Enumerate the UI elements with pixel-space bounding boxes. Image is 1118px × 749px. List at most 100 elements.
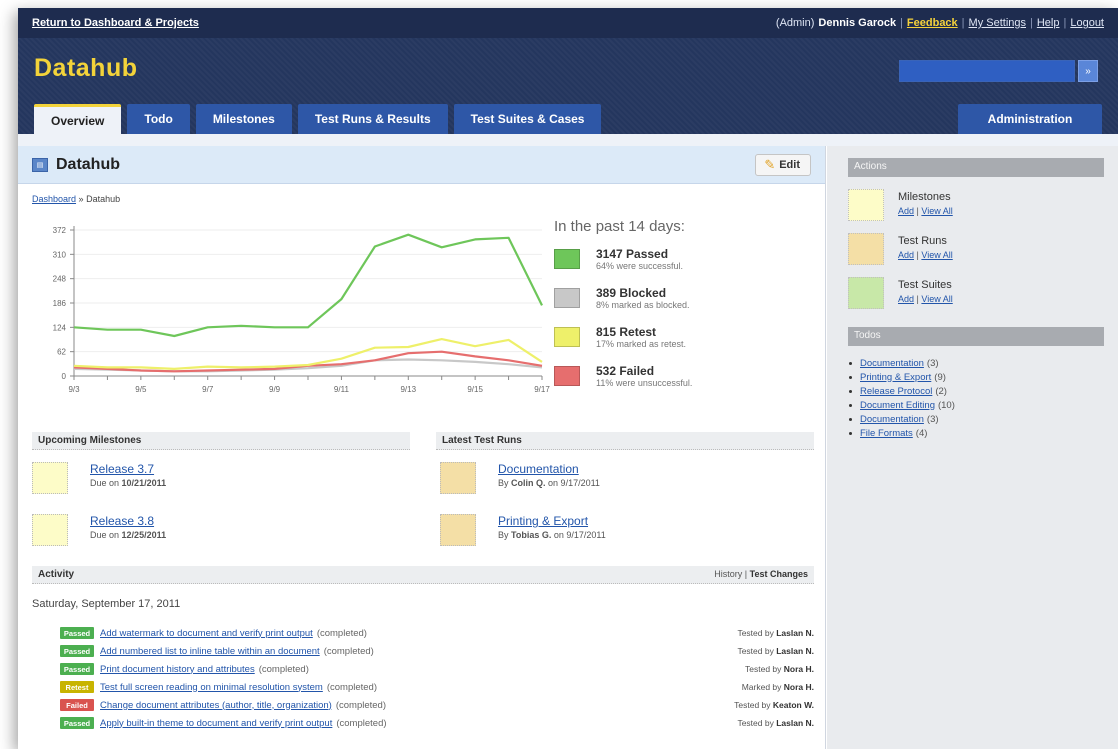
milestone-link[interactable]: Release 3.8 — [90, 514, 166, 528]
x-tick-label: 9/3 — [68, 385, 80, 394]
activity-test-link[interactable]: Add watermark to document and verify pri… — [100, 628, 313, 639]
bullet-icon — [849, 417, 852, 421]
y-tick-label: 310 — [53, 250, 67, 259]
passed-swatch — [554, 249, 580, 269]
edit-button[interactable]: ✎ Edit — [755, 154, 811, 176]
activity-by: Tested by Laslan N. — [737, 628, 814, 638]
history-link[interactable]: History — [714, 569, 742, 579]
return-to-dashboard-link[interactable]: Return to Dashboard & Projects — [32, 17, 199, 29]
main-content: ▤ Datahub ✎ Edit Dashboard » Datahub 0 62… — [18, 146, 826, 749]
todo-count: (3) — [926, 413, 939, 425]
sidebar-action-item: Milestones Add | View All — [848, 189, 1104, 221]
x-tick-label: 9/11 — [334, 385, 350, 394]
tab-todo[interactable]: Todo — [127, 104, 190, 134]
breadcrumb-dashboard-link[interactable]: Dashboard — [32, 194, 76, 204]
activity-test-link[interactable]: Print document history and attributes — [100, 664, 255, 675]
milestones-heading: Upcoming Milestones — [32, 432, 410, 450]
testrun-swatch — [440, 514, 476, 546]
action-add-link[interactable]: Add — [898, 206, 914, 216]
todo-link[interactable]: Document Editing — [860, 400, 935, 411]
milestone-item[interactable]: Release 3.8 Due on 12/25/2011 — [32, 514, 166, 546]
todo-link[interactable]: Documentation — [860, 358, 924, 369]
milestone-item[interactable]: Release 3.7 Due on 10/21/2011 — [32, 462, 166, 494]
top-bar: Return to Dashboard & Projects (Admin) D… — [18, 8, 1118, 38]
y-tick-label: 124 — [53, 323, 67, 332]
todo-link[interactable]: File Formats — [860, 428, 913, 439]
action-add-link[interactable]: Add — [898, 250, 914, 260]
y-tick-label: 186 — [53, 299, 67, 308]
my-settings-link[interactable]: My Settings — [969, 17, 1026, 29]
search-input[interactable] — [899, 60, 1075, 82]
todo-link[interactable]: Documentation — [860, 414, 924, 425]
bullet-icon — [849, 389, 852, 393]
action-view-all-link[interactable]: View All — [921, 206, 952, 216]
milestone-link[interactable]: Release 3.7 — [90, 462, 166, 476]
app-window: Return to Dashboard & Projects (Admin) D… — [18, 8, 1118, 749]
action-name: Test Runs — [898, 235, 947, 247]
activity-test-link[interactable]: Add numbered list to inline table within… — [100, 646, 320, 657]
testrun-item[interactable]: Documentation By Colin Q. on 9/17/2011 — [440, 462, 600, 494]
feedback-link[interactable]: Feedback — [907, 17, 958, 29]
header: Datahub » Overview Todo Milestones Test … — [18, 38, 1118, 134]
retest-swatch — [554, 327, 580, 347]
series-line-retest — [73, 337, 543, 370]
todo-count: (9) — [934, 371, 946, 383]
activity-row: Retest Test full screen reading on minima… — [60, 678, 814, 696]
tab-administration[interactable]: Administration — [958, 104, 1102, 134]
activity-test-link[interactable]: Apply built-in theme to document and ver… — [100, 718, 332, 729]
action-add-link[interactable]: Add — [898, 294, 914, 304]
project-icon: ▤ — [32, 157, 48, 172]
todo-link[interactable]: Printing & Export — [860, 372, 931, 383]
user-name: Dennis Garock — [818, 17, 897, 29]
tab-overview[interactable]: Overview — [34, 104, 122, 134]
logout-link[interactable]: Logout — [1070, 17, 1104, 29]
sidebar-action-item: Test Suites Add | View All — [848, 277, 1104, 309]
activity-suffix: (completed) — [326, 681, 377, 693]
help-link[interactable]: Help — [1037, 17, 1060, 29]
testrun-link[interactable]: Printing & Export — [498, 514, 606, 528]
role-label: (Admin) — [775, 17, 815, 29]
action-view-all-link[interactable]: View All — [921, 250, 952, 260]
stat-retest: 815 Retest 17% marked as retest. — [554, 325, 814, 364]
x-tick-label: 9/9 — [269, 385, 281, 394]
testrun-item[interactable]: Printing & Export By Tobias G. on 9/17/2… — [440, 514, 606, 546]
todo-count: (10) — [937, 399, 955, 411]
results-chart-svg: 0 62 124 186 248 310 372 9/3 9/5 9/7 9/9 9/11 9/13 9/… — [53, 226, 550, 394]
y-tick-label: 62 — [57, 348, 66, 357]
sidebar: Actions Milestones Add | View All Test Run… — [827, 146, 1118, 749]
results-chart: 0 62 124 186 248 310 372 9/3 9/5 9/7 9/9 9/11 9/13 9/… — [32, 216, 552, 406]
activity-suffix: (completed) — [335, 699, 387, 711]
tab-milestones[interactable]: Milestones — [195, 104, 292, 134]
action-name: Milestones — [898, 191, 951, 203]
stat-passed: 3147 Passed 64% were successful. — [554, 247, 814, 286]
activity-heading-bar: Activity History | Test Changes — [32, 566, 814, 584]
status-badge: Passed — [60, 717, 94, 729]
breadcrumb-current: Datahub — [86, 194, 121, 204]
tab-test-suites[interactable]: Test Suites & Cases — [453, 104, 602, 134]
test-changes-link[interactable]: Test Changes — [750, 569, 808, 579]
status-badge: Retest — [60, 681, 94, 693]
x-tick-label: 9/5 — [135, 385, 147, 394]
y-tick-label: 0 — [62, 372, 67, 381]
x-tick-label: 9/13 — [400, 385, 416, 394]
testrun-link[interactable]: Documentation — [498, 462, 600, 476]
stats-summary: In the past 14 days: 3147 Passed 64% were… — [554, 218, 814, 403]
activity-test-link[interactable]: Test full screen reading on minimal reso… — [100, 682, 323, 693]
action-view-all-link[interactable]: View All — [921, 294, 952, 304]
activity-test-link[interactable]: Change document attributes (author, titl… — [100, 700, 332, 711]
testruns-heading: Latest Test Runs — [436, 432, 814, 450]
actions-list: Milestones Add | View All Test Runs Add | V… — [827, 189, 1118, 309]
todo-link[interactable]: Release Protocol — [860, 386, 932, 397]
todo-count: (3) — [926, 357, 939, 369]
stat-blocked: 389 Blocked 8% marked as blocked. — [554, 286, 814, 325]
action-swatch — [848, 233, 884, 265]
edit-label: Edit — [779, 159, 800, 171]
tab-test-runs[interactable]: Test Runs & Results — [297, 104, 448, 134]
todo-item: Release Protocol (2) — [849, 384, 1104, 398]
activity-suffix: (completed) — [323, 645, 374, 657]
action-name: Test Suites — [898, 279, 952, 291]
search-button[interactable]: » — [1078, 60, 1098, 82]
sidebar-action-item: Test Runs Add | View All — [848, 233, 1104, 265]
activity-suffix: (completed) — [316, 627, 367, 639]
breadcrumb: Dashboard » Datahub — [32, 194, 121, 204]
